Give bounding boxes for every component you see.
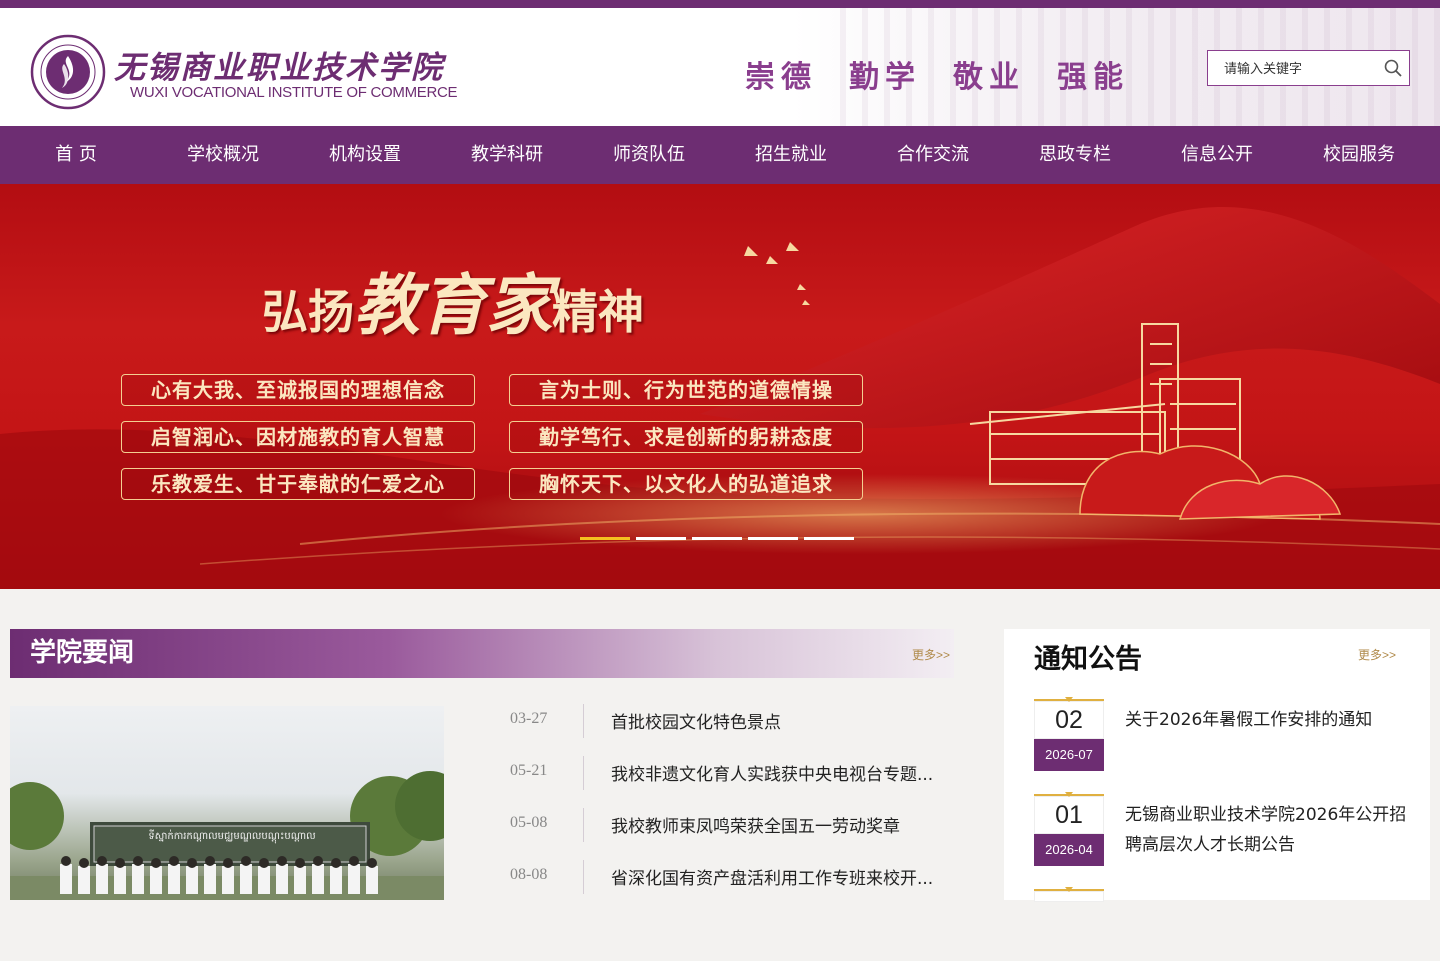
news-more-link[interactable]: 更多>>: [912, 646, 950, 663]
photo-sign-text: ទីស្នាក់ការកណ្តាលមជ្ឈមណ្ឌលបណ្តុះបណ្តាល: [148, 829, 316, 844]
date-card: 01 2026-04: [1034, 792, 1104, 866]
banner-slogan: 乐教爱生、甘于奉献的仁爱之心: [121, 468, 475, 500]
news-section-header: 学院要闻 更多>>: [10, 629, 954, 678]
carousel-dot[interactable]: [804, 537, 854, 540]
nav-item-faculty[interactable]: 师资队伍: [578, 126, 720, 184]
list-item[interactable]: 03-27 首批校园文化特色景点: [500, 694, 960, 746]
motto-word: 敬业: [953, 60, 1025, 95]
top-accent-bar: [0, 0, 1440, 8]
notice-year-month: 2026-04: [1034, 834, 1104, 866]
banner-slogan: 勤学笃行、求是创新的躬耕态度: [509, 421, 863, 453]
date-marker: [1065, 697, 1073, 702]
banner-title: 弘扬教育家精神: [262, 252, 644, 348]
list-item[interactable]: 05-21 我校非遗文化育人实践获中央电视台专题...: [500, 746, 960, 798]
motto-word: 勤学: [849, 60, 921, 95]
news-headline[interactable]: 首批校园文化特色景点: [611, 708, 781, 733]
nav-item-home[interactable]: 首 页: [0, 126, 152, 184]
list-item[interactable]: 08-08 省深化国有资产盘活利用工作专班来校开...: [500, 850, 960, 902]
search-box: [1207, 50, 1410, 86]
nav-item-disclosure[interactable]: 信息公开: [1146, 126, 1288, 184]
notice-day: 01: [1034, 794, 1104, 834]
banner-title-tail: 精神: [552, 285, 644, 339]
search-input[interactable]: [1216, 51, 1376, 85]
date-marker: [1065, 792, 1073, 797]
banner-title-emphasis: 教育家: [354, 266, 552, 344]
nav-item-cooperation[interactable]: 合作交流: [862, 126, 1004, 184]
nav-item-about[interactable]: 学校概况: [152, 126, 294, 184]
divider: [583, 756, 584, 790]
news-headline[interactable]: 我校非遗文化育人实践获中央电视台专题...: [611, 760, 933, 785]
news-headline[interactable]: 省深化国有资产盘活利用工作专班来校开...: [611, 864, 933, 889]
school-name-en[interactable]: WUXI VOCATIONAL INSTITUTE OF COMMERCE: [130, 84, 458, 101]
notice-headline[interactable]: 关于2026年暑假工作安排的通知: [1125, 705, 1410, 735]
divider: [583, 808, 584, 842]
carousel-indicators: [580, 537, 854, 540]
main-nav: 首 页 学校概况 机构设置 教学科研 师资队伍 招生就业 合作交流 思政专栏 信…: [0, 126, 1440, 184]
group-photo-illustration: ទីស្នាក់ការកណ្តាលមជ្ឈមណ្ឌលបណ្តុះបណ្តាល: [10, 771, 444, 900]
hero-banner[interactable]: 弘扬教育家精神 心有大我、至诚报国的理想信念 言为士则、行为世范的道德情操 启智…: [0, 184, 1440, 589]
school-name-cn[interactable]: 无锡商业职业技术学院: [114, 42, 444, 87]
banner-title-lead: 弘扬: [262, 285, 354, 339]
notice-section: 通知公告 更多>> 02 2026-07 关于2026年暑假工作安排的通知 01…: [1004, 629, 1430, 902]
notice-day: 02: [1034, 699, 1104, 739]
banner-slogan: 言为士则、行为世范的道德情操: [509, 374, 863, 406]
school-motto: 崇德 勤学 敬业 强能: [745, 52, 1161, 96]
date-marker: [1065, 887, 1073, 892]
news-headline[interactable]: 我校教师束凤鸣荣获全国五一劳动奖章: [611, 812, 900, 837]
notice-headline[interactable]: 无锡商业职业技术学院2026年公开招聘高层次人才长期公告: [1125, 800, 1410, 860]
nav-item-campus-services[interactable]: 校园服务: [1288, 126, 1430, 184]
nav-item-research[interactable]: 教学科研: [436, 126, 578, 184]
divider: [583, 704, 584, 738]
notice-year-month: 2026-07: [1034, 739, 1104, 771]
carousel-dot[interactable]: [748, 537, 798, 540]
banner-slogan: 胸怀天下、以文化人的弘道追求: [509, 468, 863, 500]
carousel-dot[interactable]: [580, 537, 630, 540]
school-logo-icon[interactable]: [30, 34, 106, 110]
date-card: 02 2026-07: [1034, 697, 1104, 771]
news-date: 05-21: [510, 762, 548, 779]
notice-more-link[interactable]: 更多>>: [1358, 646, 1396, 663]
nav-item-admissions[interactable]: 招生就业: [720, 126, 862, 184]
divider: [583, 860, 584, 894]
news-date: 03-27: [510, 710, 548, 727]
search-icon[interactable]: [1383, 58, 1403, 78]
news-featured-photo[interactable]: ទីស្នាក់ការកណ្តាលមជ្ឈមណ្ឌលបណ្តុះបណ្តាល: [10, 706, 444, 900]
nav-item-ideology[interactable]: 思政专栏: [1004, 126, 1146, 184]
carousel-dot[interactable]: [636, 537, 686, 540]
site-header: 无锡商业职业技术学院 WUXI VOCATIONAL INSTITUTE OF …: [0, 8, 1440, 126]
list-item[interactable]: 05-08 我校教师束凤鸣荣获全国五一劳动奖章: [500, 798, 960, 850]
news-date: 05-08: [510, 814, 548, 831]
news-section-title: 学院要闻: [30, 638, 135, 668]
motto-word: 强能: [1057, 60, 1129, 95]
motto-word: 崇德: [745, 60, 817, 95]
nav-item-departments[interactable]: 机构设置: [294, 126, 436, 184]
news-date: 08-08: [510, 866, 548, 883]
banner-slogan: 心有大我、至诚报国的理想信念: [121, 374, 475, 406]
carousel-dot[interactable]: [692, 537, 742, 540]
notice-section-title: 通知公告: [1034, 644, 1142, 675]
banner-slogan: 启智润心、因材施教的育人智慧: [121, 421, 475, 453]
news-list: 03-27 首批校园文化特色景点 05-21 我校非遗文化育人实践获中央电视台专…: [500, 694, 960, 902]
